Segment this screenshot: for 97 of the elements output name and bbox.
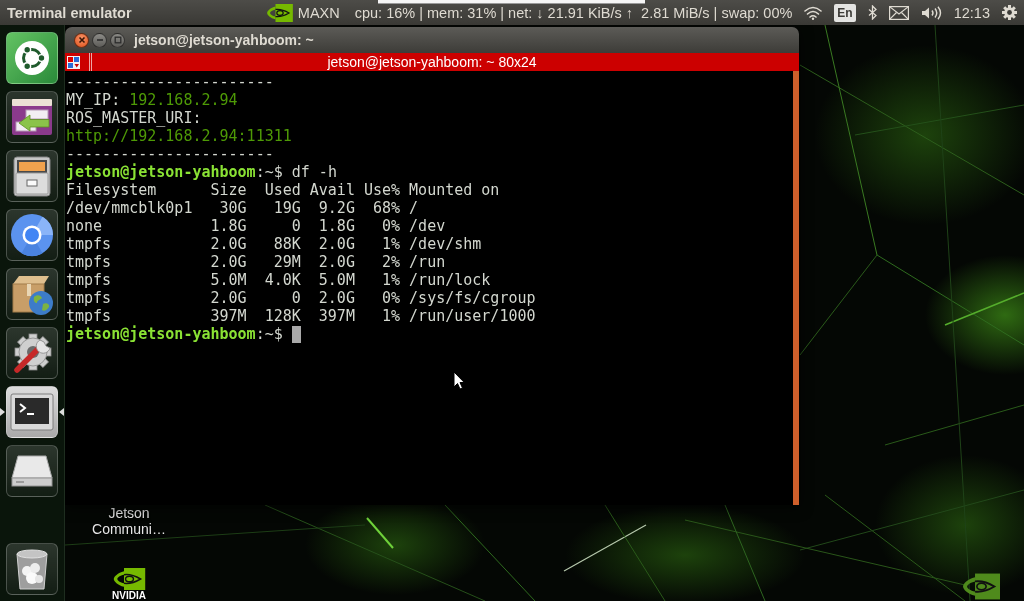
- table-cell: 4.0K: [264, 271, 301, 289]
- terminal-title: jetson@jetson-yahboom: ~ 80x24: [327, 53, 537, 71]
- launcher-item[interactable]: [6, 268, 58, 320]
- field-value: 192.168.2.94: [129, 91, 238, 109]
- trash-icon: [13, 547, 51, 591]
- command-text: df -h: [291, 163, 337, 181]
- table-cell: 1%: [382, 307, 401, 325]
- table-cell: 397M: [210, 307, 247, 325]
- table-cell: 5.0M: [210, 271, 247, 289]
- table-cell: 29M: [273, 253, 301, 271]
- table-cell: 88K: [273, 235, 301, 253]
- maximize-icon: [113, 36, 122, 44]
- table-cell: 5.0M: [318, 271, 355, 289]
- keyboard-layout-button[interactable]: En: [834, 3, 856, 22]
- terminal-text: -----------------------: [66, 145, 274, 163]
- table-cell: 68%: [373, 199, 401, 217]
- table-cell: tmpfs: [66, 271, 112, 289]
- table-cell: 2%: [382, 253, 401, 271]
- mouse-pointer-icon: [453, 371, 465, 390]
- column-header: Use%: [363, 181, 401, 199]
- launcher-item[interactable]: [6, 32, 58, 84]
- url-text: http://192.168.2.94:11311: [66, 127, 292, 145]
- wifi-icon[interactable]: [804, 5, 823, 20]
- close-icon: [77, 36, 86, 44]
- launcher-item[interactable]: [6, 445, 58, 497]
- column-header: Avail: [309, 181, 355, 199]
- minimize-icon: [95, 36, 104, 44]
- launcher-item[interactable]: [6, 543, 58, 595]
- drive-icon: [10, 454, 54, 488]
- window-title: jetson@jetson-yahboom: ~: [134, 32, 314, 48]
- minimize-button[interactable]: [92, 32, 107, 48]
- table-cell: 1%: [382, 271, 401, 289]
- column-header: Mounted on: [409, 181, 500, 199]
- table-cell: tmpfs: [66, 289, 112, 307]
- launcher-item[interactable]: [6, 386, 58, 438]
- table-cell: 0%: [382, 289, 401, 307]
- table-cell: 19G: [273, 199, 301, 217]
- table-cell: 9.2G: [318, 199, 355, 217]
- scrollbar[interactable]: [793, 71, 799, 505]
- terminal-text: ROS_MASTER_URI:: [66, 109, 202, 127]
- mail-icon[interactable]: [888, 5, 909, 20]
- terminal-icon: [10, 393, 54, 431]
- launcher-item[interactable]: [6, 327, 58, 379]
- table-cell: /dev: [409, 217, 446, 235]
- shell-prompt: jetson@jetson-yahboom:~$: [66, 325, 283, 343]
- table-cell: /run: [409, 253, 446, 271]
- file-cabinet-icon: [12, 154, 52, 198]
- table-cell: 2.0G: [210, 289, 247, 307]
- close-button[interactable]: [74, 32, 89, 48]
- column-header: Used: [264, 181, 301, 199]
- home-logo-icon: [14, 40, 50, 76]
- gear-icon[interactable]: [1002, 5, 1017, 20]
- desktop-icon-label[interactable]: Jetson Communi…: [90, 505, 168, 537]
- table-cell: 1.8G: [210, 217, 247, 235]
- table-cell: 30G: [219, 199, 247, 217]
- table-cell: /run/user/1000: [409, 307, 536, 325]
- table-cell: 1.8G: [318, 217, 355, 235]
- app-title: Terminal emulator: [7, 4, 132, 21]
- launcher-item[interactable]: [6, 91, 58, 143]
- table-cell: 1%: [382, 235, 401, 253]
- grid-menu-icon[interactable]: [67, 55, 80, 69]
- browser-icon: [10, 213, 54, 257]
- launcher-item[interactable]: [6, 209, 58, 261]
- table-cell: /dev/mmcblk0p1: [66, 199, 193, 217]
- table-cell: tmpfs: [66, 253, 112, 271]
- eye-logo-icon: [963, 572, 1000, 601]
- bluetooth-icon[interactable]: [867, 5, 877, 20]
- column-header: Filesystem: [66, 181, 157, 199]
- terminal-text: -----------------------: [66, 73, 274, 91]
- eye-logo-icon[interactable]: [266, 3, 293, 22]
- table-cell: 397M: [318, 307, 355, 325]
- clock-text[interactable]: 12:13: [953, 4, 990, 21]
- table-cell: 2.0G: [210, 235, 247, 253]
- field-label: MY_IP:: [66, 91, 121, 109]
- table-cell: 2.0G: [318, 253, 355, 271]
- desktop-icon-label[interactable]: NVIDIA: [112, 590, 146, 601]
- table-cell: 0%: [382, 217, 401, 235]
- table-cell: none: [66, 217, 103, 235]
- table-cell: 2.0G: [318, 235, 355, 253]
- shell-prompt: jetson@jetson-yahboom:~$: [66, 163, 283, 181]
- table-cell: 128K: [264, 307, 301, 325]
- table-cell: /dev/shm: [409, 235, 482, 253]
- table-cell: tmpfs: [66, 307, 112, 325]
- column-header: Size: [210, 181, 247, 199]
- power-mode-text[interactable]: MAXN: [297, 4, 340, 21]
- table-cell: /run/lock: [409, 271, 491, 289]
- table-cell: tmpfs: [66, 235, 112, 253]
- launcher-item[interactable]: [6, 150, 58, 202]
- table-cell: /: [409, 199, 419, 217]
- table-cell: 0: [291, 289, 301, 307]
- table-cell: 2.0G: [318, 289, 355, 307]
- system-monitor-text[interactable]: cpu: 16% | mem: 31% | net: ↓ 21.91 KiB/s ↑ 2.81 MiB/s | swap: 00%: [354, 4, 793, 21]
- maximize-button[interactable]: [110, 32, 125, 48]
- volume-icon[interactable]: [920, 5, 943, 20]
- table-cell: 0: [291, 217, 301, 235]
- table-cell: 2.0G: [210, 253, 247, 271]
- table-cell: /sys/fs/cgroup: [409, 289, 536, 307]
